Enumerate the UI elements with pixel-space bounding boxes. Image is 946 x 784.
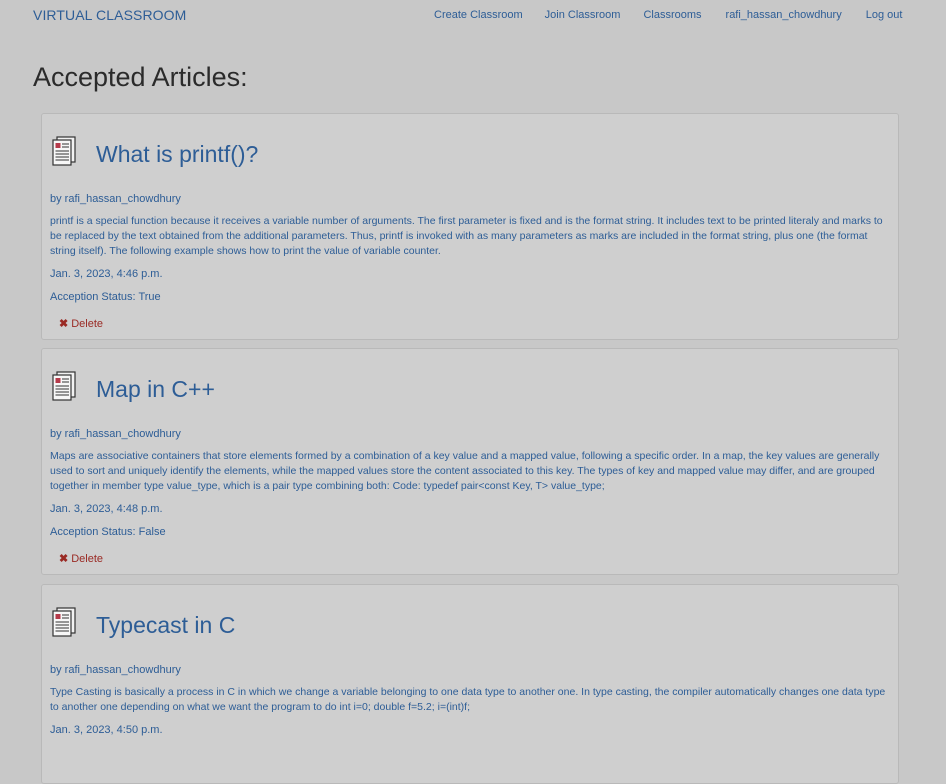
delete-button[interactable]: ✖ Delete bbox=[59, 317, 103, 331]
article-list: What is printf()? by rafi_hassan_chowdhu… bbox=[41, 113, 899, 784]
article-body: Maps are associative containers that sto… bbox=[50, 450, 880, 492]
article-card: Typecast in C by rafi_hassan_chowdhury T… bbox=[41, 584, 899, 784]
delete-button[interactable]: ✖ Delete bbox=[59, 552, 103, 566]
x-icon: ✖ bbox=[59, 553, 69, 565]
article-author: by rafi_hassan_chowdhury bbox=[50, 193, 181, 205]
x-icon: ✖ bbox=[59, 318, 69, 330]
newspaper-icon bbox=[52, 607, 76, 637]
article-status: Acception Status: True bbox=[50, 291, 161, 303]
article-header: Typecast in C bbox=[50, 585, 890, 663]
navbar: VIRTUAL CLASSROOM Create Classroom Join … bbox=[0, 0, 946, 32]
delete-label: Delete bbox=[71, 553, 104, 565]
article-header: Map in C++ bbox=[50, 349, 890, 427]
article-card: Map in C++ by rafi_hassan_chowdhury Maps… bbox=[41, 348, 899, 575]
article-title[interactable]: What is printf()? bbox=[96, 141, 258, 168]
nav-create-classroom[interactable]: Create Classroom bbox=[434, 9, 523, 21]
article-header: What is printf()? bbox=[50, 114, 890, 192]
article-status: Acception Status: False bbox=[50, 526, 166, 538]
delete-label: Delete bbox=[71, 318, 104, 330]
article-title[interactable]: Typecast in C bbox=[96, 612, 235, 639]
article-date: Jan. 3, 2023, 4:50 p.m. bbox=[50, 724, 163, 736]
page-title: Accepted Articles: bbox=[33, 62, 248, 92]
article-date: Jan. 3, 2023, 4:46 p.m. bbox=[50, 268, 163, 280]
nav-classrooms[interactable]: Classrooms bbox=[643, 9, 701, 21]
newspaper-icon bbox=[52, 136, 76, 166]
article-date: Jan. 3, 2023, 4:48 p.m. bbox=[50, 503, 163, 515]
article-title[interactable]: Map in C++ bbox=[96, 376, 215, 403]
article-card: What is printf()? by rafi_hassan_chowdhu… bbox=[41, 113, 899, 340]
nav-user-profile[interactable]: rafi_hassan_chowdhury bbox=[726, 9, 842, 21]
brand-link[interactable]: VIRTUAL CLASSROOM bbox=[33, 7, 186, 23]
nav-logout[interactable]: Log out bbox=[866, 9, 903, 21]
newspaper-icon bbox=[52, 371, 76, 401]
nav-join-classroom[interactable]: Join Classroom bbox=[545, 9, 621, 21]
article-body: printf is a special function because it … bbox=[50, 215, 883, 257]
article-author: by rafi_hassan_chowdhury bbox=[50, 428, 181, 440]
article-author: by rafi_hassan_chowdhury bbox=[50, 664, 181, 676]
nav-links: Create Classroom Join Classroom Classroo… bbox=[434, 9, 902, 21]
article-body: Type Casting is basically a process in C… bbox=[50, 686, 886, 713]
